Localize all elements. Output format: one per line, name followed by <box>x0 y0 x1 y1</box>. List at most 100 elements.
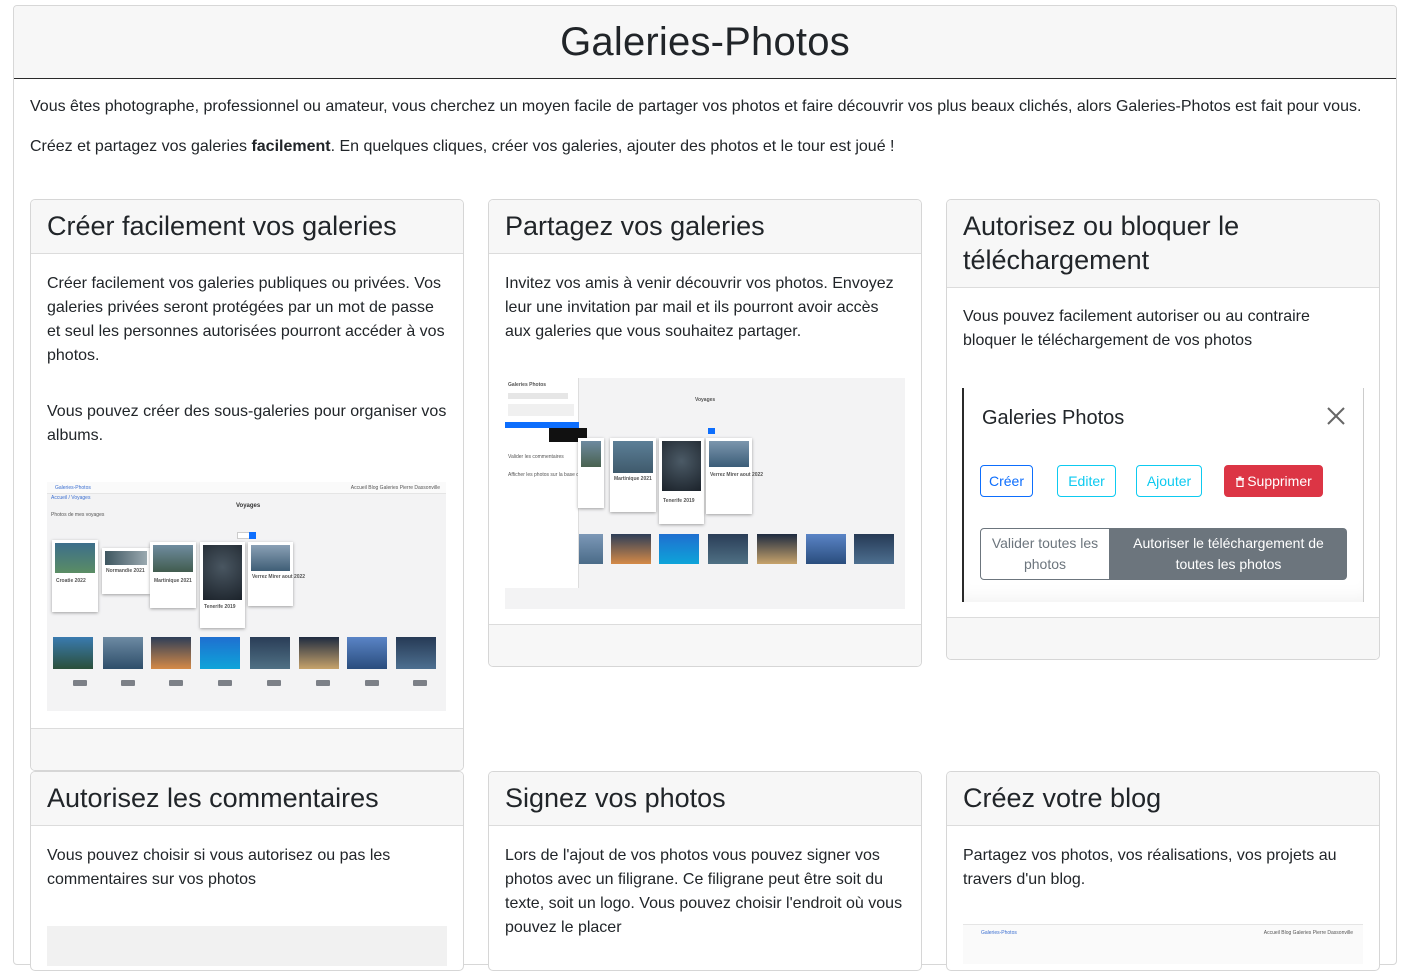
share-panel-row <box>508 404 574 416</box>
card-watermark: Signez vos photos Lors de l'ajout de vos… <box>488 771 922 971</box>
album-thumb: Verrez Mirer aout 2022 <box>706 438 763 514</box>
share-screenshot: Galeries Photos Valider les commentaires… <box>505 378 905 609</box>
album-thumb <box>578 438 604 508</box>
album-thumb: Croatie 2022 <box>52 540 98 612</box>
card-footer <box>489 624 921 666</box>
modal-title: Galeries Photos <box>982 407 1125 429</box>
blog-nav: Accueil Blog Galeries Pierre Dassonville <box>1263 930 1353 936</box>
card-title: Autorisez ou bloquer le téléchargement <box>947 200 1379 288</box>
share-comment-label: Valider les commentaires <box>508 454 564 460</box>
photo-thumb <box>579 534 603 564</box>
mini-button <box>121 680 135 686</box>
intro: Vous êtes photographe, professionnel ou … <box>14 79 1396 159</box>
add-button[interactable]: Ajouter <box>1136 465 1202 497</box>
album-thumb: Normandie 2021 <box>102 548 150 594</box>
photo-thumb <box>299 637 339 669</box>
share-panel-title: Galeries Photos <box>508 382 547 388</box>
card-text: Invitez vos amis à venir découvrir vos p… <box>505 275 894 340</box>
mini-nav: Accueil Blog Galeries Pierre Dassonville <box>350 485 440 491</box>
photo-thumb <box>250 637 290 669</box>
page-header: Galeries-Photos <box>14 6 1396 79</box>
share-gallery-title: Voyages <box>695 397 716 403</box>
photo-thumb <box>806 534 846 564</box>
photo-thumb <box>757 534 797 564</box>
card-text: Lors de l'ajout de vos photos vous pouve… <box>505 847 903 936</box>
album-thumb: Martinique 2021 <box>610 438 656 512</box>
photo-thumb <box>151 637 191 669</box>
mini-button <box>413 680 427 686</box>
blog-screenshot: Galeries-Photos Accueil Blog Galeries Pi… <box>963 924 1363 964</box>
gallery-screenshot: Galeries-Photos Accueil Blog Galeries Pi… <box>47 482 446 711</box>
card-body: Invitez vos amis à venir découvrir vos p… <box>489 254 921 360</box>
mini-button <box>169 680 183 686</box>
share-panel-row <box>508 393 568 399</box>
mini-button <box>316 680 330 686</box>
intro-paragraph-1: Vous êtes photographe, professionnel ou … <box>30 98 1362 115</box>
album-thumb: Tenerife 2019 <box>200 542 245 628</box>
create-button[interactable]: Créer <box>980 465 1033 497</box>
card-body: Lors de l'ajout de vos photos vous pouve… <box>489 826 921 956</box>
photo-thumb <box>53 637 93 669</box>
card-blog: Créez votre blog Partagez vos photos, vo… <box>946 771 1380 971</box>
card-title: Autorisez les commentaires <box>31 772 463 826</box>
mini-gallery-title: Voyages <box>236 503 261 509</box>
trash-icon <box>1236 476 1245 487</box>
card-title: Partagez vos galeries <box>489 200 921 254</box>
card-footer <box>947 617 1379 659</box>
album-title: Martinique 2021 <box>614 476 652 482</box>
photo-thumb <box>103 637 143 669</box>
card-text: Vous pouvez créer des sous-galeries pour… <box>47 403 447 444</box>
photo-thumb <box>659 534 699 564</box>
album-thumb: Tenerife 2019 <box>659 438 704 524</box>
share-check-label: Afficher les photos sur la base de <box>508 472 582 478</box>
allow-download-button[interactable]: Autoriser le téléchargement de toutes le… <box>1110 528 1347 580</box>
blog-brand: Galeries-Photos <box>981 930 1017 936</box>
album-title: Verrez Mirer aout 2022 <box>252 574 306 580</box>
page-title: Galeries-Photos <box>560 19 850 64</box>
validate-photos-button[interactable]: Valider toutes les photos <box>980 528 1110 580</box>
download-modal: Galeries Photos Créer Editer Ajouter Sup… <box>962 388 1364 602</box>
card-body: Vous pouvez facilement autoriser ou au c… <box>947 288 1379 369</box>
mini-pager-active <box>249 532 256 539</box>
photo-thumb <box>396 637 436 669</box>
photo-thumb <box>200 637 240 669</box>
album-title: Martinique 2021 <box>154 578 192 584</box>
album-thumb: Verrez Mirer aout 2022 <box>248 542 305 606</box>
mini-button <box>365 680 379 686</box>
card-title: Créez votre blog <box>947 772 1379 826</box>
album-title: Verrez Mirer aout 2022 <box>710 472 764 478</box>
card-text: Vous pouvez choisir si vous autorisez ou… <box>47 847 391 888</box>
intro-text-part: . En quelques cliques, créer vos galerie… <box>330 138 895 155</box>
mini-subtitle: Photos de mes voyages <box>51 512 105 518</box>
edit-button[interactable]: Editer <box>1057 465 1116 497</box>
mini-button <box>267 680 281 686</box>
card-comments: Autorisez les commentaires Vous pouvez c… <box>30 771 464 971</box>
album-title: Tenerife 2019 <box>663 498 695 504</box>
share-pager <box>708 428 715 434</box>
card-body: Partagez vos photos, vos réalisations, v… <box>947 826 1379 908</box>
card-body: Vous pouvez choisir si vous autorisez ou… <box>31 826 463 908</box>
photo-thumb <box>854 534 894 564</box>
album-title: Normandie 2021 <box>106 568 145 574</box>
comments-screenshot <box>47 926 447 966</box>
photo-thumb <box>611 534 651 564</box>
delete-label: Supprimer <box>1247 473 1312 489</box>
card-body: Créer facilement vos galeries publiques … <box>31 254 463 464</box>
mini-breadcrumb: Accueil / Voyages <box>51 495 91 501</box>
mini-button <box>218 680 232 686</box>
delete-button[interactable]: Supprimer <box>1224 465 1323 497</box>
card-title: Signez vos photos <box>489 772 921 826</box>
photo-thumb <box>347 637 387 669</box>
close-icon[interactable] <box>1325 405 1347 427</box>
card-footer <box>31 728 463 770</box>
album-title: Croatie 2022 <box>56 578 86 584</box>
card-text: Vous pouvez facilement autoriser ou au c… <box>963 308 1310 349</box>
card-text: Partagez vos photos, vos réalisations, v… <box>963 847 1337 888</box>
card-title: Créer facilement vos galeries <box>31 200 463 254</box>
intro-text-part: Créez et partagez vos galeries <box>30 138 252 155</box>
card-text: Créer facilement vos galeries publiques … <box>47 275 445 364</box>
mini-brand: Galeries-Photos <box>55 485 91 491</box>
intro-bold-word: facilement <box>251 138 331 155</box>
mini-button <box>73 680 87 686</box>
album-title: Tenerife 2019 <box>204 604 236 610</box>
